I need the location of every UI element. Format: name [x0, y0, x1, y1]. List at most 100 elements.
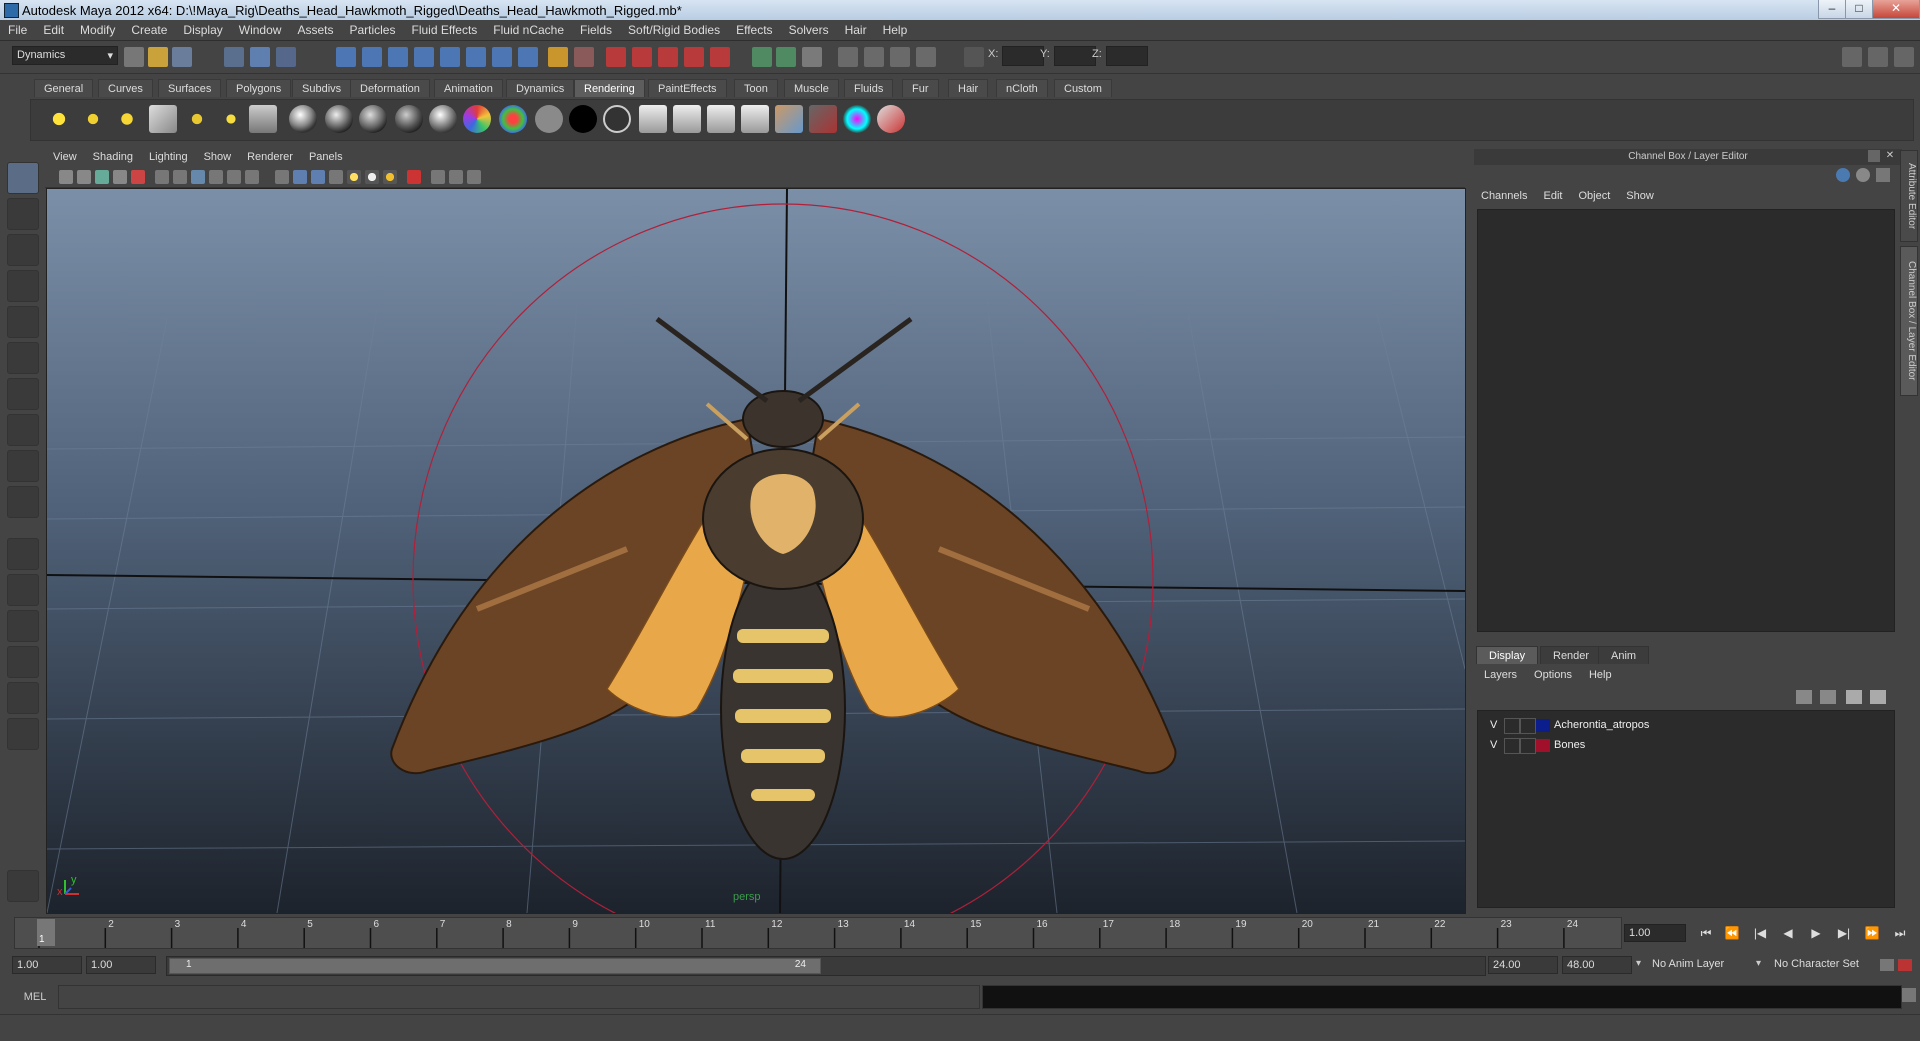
phong-e-sphere-icon[interactable] [395, 105, 423, 133]
viewport-menu-lighting[interactable]: Lighting [141, 149, 196, 163]
show-manipulator-icon[interactable] [7, 450, 39, 482]
point-light-icon[interactable] [45, 105, 73, 133]
command-language-label[interactable]: MEL [12, 988, 58, 1006]
shelf-tab-subdivs[interactable]: Subdivs [292, 79, 352, 97]
step-forward-key-button[interactable]: ⏩ [1862, 924, 1882, 942]
blinn-sphere-icon[interactable] [289, 105, 317, 133]
default-light-icon[interactable] [383, 170, 397, 184]
universal-manipulator-icon[interactable] [7, 378, 39, 410]
channel-box-menu-channels[interactable]: Channels [1474, 188, 1536, 202]
layer-playback-toggle[interactable] [1520, 718, 1536, 734]
render-current-icon[interactable] [673, 105, 701, 133]
menu-particles[interactable]: Particles [341, 20, 403, 37]
step-forward-frame-button[interactable]: ▶| [1834, 924, 1854, 942]
paint-icon[interactable] [877, 105, 905, 133]
phong-sphere-icon[interactable] [359, 105, 387, 133]
select-deformers-icon[interactable] [440, 47, 460, 67]
menu-window[interactable]: Window [231, 20, 290, 37]
chevron-down-icon[interactable]: ▾ [1636, 958, 1641, 969]
viewport-menu-show[interactable]: Show [196, 149, 240, 163]
ipr-render-status-icon[interactable] [864, 47, 884, 67]
shelf-tab-muscle[interactable]: Muscle [784, 79, 839, 97]
move-layer-up-icon[interactable] [1796, 690, 1812, 704]
menu-modify[interactable]: Modify [72, 20, 123, 37]
attribute-editor-side-tab[interactable]: Attribute Editor [1900, 150, 1918, 242]
range-slider[interactable]: 1 24 [166, 956, 1486, 976]
dark-sphere-icon[interactable] [603, 105, 631, 133]
textured-icon[interactable] [329, 170, 343, 184]
render-settings-icon[interactable] [741, 105, 769, 133]
anim-layer-dropdown[interactable]: No Anim Layer [1652, 958, 1724, 970]
ipr-icon[interactable] [707, 105, 735, 133]
shelf-tab-curves[interactable]: Curves [98, 79, 153, 97]
highlight-selection-icon[interactable] [574, 47, 594, 67]
menu-assets[interactable]: Assets [289, 20, 341, 37]
shelf-tab-toon[interactable]: Toon [734, 79, 778, 97]
layer-type-toggle[interactable] [1504, 738, 1520, 754]
area-light-icon[interactable] [113, 105, 141, 133]
layer-color-swatch[interactable] [1536, 719, 1550, 732]
channel-box-settings-icon[interactable] [1836, 168, 1850, 182]
animation-start-field[interactable]: 1.00 [12, 956, 82, 974]
play-forwards-button[interactable]: ▶ [1806, 924, 1826, 942]
shelf-tab-fluids[interactable]: Fluids [844, 79, 894, 97]
layer-row[interactable]: V Acherontia_atropos [1482, 717, 1888, 735]
menu-fields[interactable]: Fields [572, 20, 620, 37]
viewport-menu-shading[interactable]: Shading [85, 149, 141, 163]
rotate-tool-icon[interactable] [7, 306, 39, 338]
volume-light-icon[interactable] [183, 105, 211, 133]
last-tool-icon[interactable] [7, 486, 39, 518]
isolate-select-icon[interactable] [407, 170, 421, 184]
viewport-menu-view[interactable]: View [45, 149, 85, 163]
lambert-sphere-icon[interactable] [325, 105, 353, 133]
channel-box-layout-icon[interactable] [1876, 168, 1890, 182]
layer-menu-help[interactable]: Help [1581, 667, 1621, 681]
layer-color-swatch[interactable] [1536, 739, 1550, 752]
layer-type-toggle[interactable] [1504, 718, 1520, 734]
y-field[interactable] [1054, 46, 1096, 66]
input-connections-icon[interactable] [752, 47, 772, 67]
play-backwards-button[interactable]: ◀ [1778, 924, 1798, 942]
playback-start-field[interactable]: 1.00 [86, 956, 156, 974]
image-plane-icon[interactable] [113, 170, 127, 184]
shelf-tab-surfaces[interactable]: Surfaces [158, 79, 222, 97]
gray-sphere-icon[interactable] [535, 105, 563, 133]
animation-end-field[interactable]: 48.00 [1562, 956, 1632, 974]
gate-mask-icon[interactable] [209, 170, 223, 184]
toggle-channel-box-icon[interactable] [1894, 47, 1914, 67]
new-layer-from-selected-icon[interactable] [1870, 690, 1886, 704]
range-slider-handle[interactable]: 1 24 [169, 958, 821, 974]
channel-box-menu-edit[interactable]: Edit [1536, 188, 1571, 202]
channel-box-list[interactable] [1477, 209, 1895, 632]
go-to-start-button[interactable]: ⏮ [1696, 924, 1716, 942]
select-tool-icon[interactable] [7, 162, 39, 194]
scale-tool-icon[interactable] [7, 342, 39, 374]
shelf-tab-hair[interactable]: Hair [948, 79, 989, 97]
grid-icon[interactable] [155, 170, 169, 184]
menu-effects[interactable]: Effects [728, 20, 780, 37]
menu-help[interactable]: Help [875, 20, 916, 37]
four-pane-layout-icon[interactable] [7, 574, 39, 606]
new-layer-icon[interactable] [1846, 690, 1862, 704]
snap-to-grid-icon[interactable] [606, 47, 626, 67]
render-view-icon[interactable] [639, 105, 667, 133]
float-panel-icon[interactable] [1868, 150, 1880, 162]
menu-solvers[interactable]: Solvers [781, 20, 837, 37]
snap-to-curve-icon[interactable] [632, 47, 652, 67]
layered-sphere-icon[interactable] [499, 105, 527, 133]
select-surfaces-icon[interactable] [414, 47, 434, 67]
shelf-tab-deformation[interactable]: Deformation [350, 79, 430, 97]
menu-edit[interactable]: Edit [35, 20, 72, 37]
menu-fluid-effects[interactable]: Fluid Effects [403, 20, 485, 37]
script-editor-icon[interactable] [1902, 988, 1916, 1002]
make-live-icon[interactable] [710, 47, 730, 67]
step-back-key-button[interactable]: ⏪ [1722, 924, 1742, 942]
question-mark-icon[interactable] [518, 47, 538, 67]
single-pane-layout-icon[interactable] [7, 538, 39, 570]
select-joints-icon[interactable] [362, 47, 382, 67]
smooth-shade-icon[interactable] [293, 170, 307, 184]
new-scene-icon[interactable] [124, 47, 144, 67]
viewport-menu-renderer[interactable]: Renderer [239, 149, 301, 163]
layer-menu-options[interactable]: Options [1526, 667, 1581, 681]
two-d-pan-zoom-icon[interactable] [131, 170, 145, 184]
